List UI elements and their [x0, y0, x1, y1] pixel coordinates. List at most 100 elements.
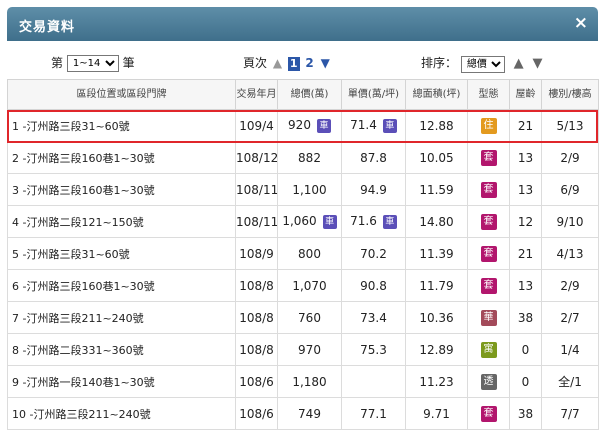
row-date: 108/9 — [235, 237, 278, 270]
col-header-type[interactable]: 型態 — [467, 79, 510, 110]
table-row[interactable]: 2 -汀州路三段160巷1~30號 108/12 882 87.8 10.05 套 13 2/… — [7, 141, 599, 174]
building-type-badge: 透 — [480, 373, 497, 390]
row-unit-price: 87.8 — [341, 141, 406, 174]
row-type: 華 — [467, 301, 510, 334]
row-type: 寓 — [467, 333, 510, 366]
table-row[interactable]: 8 -汀州路二段331~360號 108/8 970 75.3 12.89 寓 0 1/4 — [7, 333, 599, 366]
col-header-unit[interactable]: 單價(萬/坪) — [341, 79, 406, 110]
sort-ascending-icon[interactable]: ▲ — [514, 56, 524, 71]
row-location: 9 -汀州路一段140巷1~30號 — [7, 365, 236, 398]
table-row[interactable]: 6 -汀州路三段160巷1~30號 108/8 1,070 90.8 11.79 套 13 2… — [7, 269, 599, 302]
sort-label: 排序： — [421, 56, 458, 70]
col-header-location[interactable]: 區段位置或區段門牌 — [7, 79, 236, 110]
col-header-total[interactable]: 總價(萬) — [277, 79, 342, 110]
row-age: 12 — [509, 205, 542, 238]
row-area: 10.05 — [405, 141, 468, 174]
row-total-price: 1,070 — [277, 269, 342, 302]
row-location: 3 -汀州路三段160巷1~30號 — [7, 173, 236, 206]
row-location: 8 -汀州路二段331~360號 — [7, 333, 236, 366]
row-age: 21 — [509, 237, 542, 270]
table-row[interactable]: 4 -汀州路二段121~150號 108/11 1,060 車 71.6 車 14.80 套 1… — [7, 205, 599, 238]
total-price-value: 920 — [288, 118, 311, 133]
row-unit-price: 77.1 — [341, 397, 406, 430]
total-price-value: 749 — [298, 406, 321, 421]
row-age: 13 — [509, 269, 542, 302]
row-location: 7 -汀州路三段211~240號 — [7, 301, 236, 334]
parking-included-icon: 車 — [316, 118, 331, 133]
row-total-price: 800 — [277, 237, 342, 270]
row-floor: 2/9 — [541, 269, 599, 302]
row-age: 21 — [509, 109, 542, 142]
row-area: 11.79 — [405, 269, 468, 302]
total-price-value: 882 — [298, 150, 321, 165]
table-row[interactable]: 1 -汀州路三段31~60號 109/4 920 車 71.4 車 12.88 住 21 5/13 — [7, 109, 599, 142]
col-header-date[interactable]: 交易年月 — [235, 79, 278, 110]
table-row[interactable]: 7 -汀州路三段211~240號 108/8 760 73.4 10.36 華 38 2/7 — [7, 301, 599, 334]
row-age: 38 — [509, 301, 542, 334]
table-row[interactable]: 5 -汀州路三段31~60號 108/9 800 70.2 11.39 套 21 4/13 — [7, 237, 599, 270]
row-area: 14.80 — [405, 205, 468, 238]
row-unit-price: 73.4 — [341, 301, 406, 334]
range-select[interactable]: 1~14 — [66, 55, 119, 72]
unit-price-value: 71.6 — [350, 214, 377, 229]
pagination: 頁次 ▲ 1 2 ▼ — [243, 54, 330, 71]
row-floor: 2/9 — [541, 141, 599, 174]
table-row[interactable]: 10 -汀州路三段211~240號 108/6 749 77.1 9.71 套 38 7/7 — [7, 397, 599, 430]
unit-price-value: 70.2 — [360, 246, 387, 261]
row-age: 0 — [509, 333, 542, 366]
col-header-age[interactable]: 屋齡 — [509, 79, 542, 110]
row-type: 住 — [467, 109, 510, 142]
current-page: 1 — [287, 57, 300, 71]
table-row[interactable]: 9 -汀州路一段140巷1~30號 108/6 1,180 11.23 透 0 全/1 — [7, 365, 599, 398]
col-header-floor[interactable]: 樓別/樓高 — [541, 79, 599, 110]
row-age: 0 — [509, 365, 542, 398]
building-type-badge: 套 — [480, 277, 497, 294]
row-area: 10.36 — [405, 301, 468, 334]
sort-descending-icon[interactable]: ▼ — [533, 56, 543, 71]
total-price-value: 1,100 — [292, 182, 327, 197]
row-unit-price: 71.4 車 — [341, 109, 406, 142]
unit-price-value: 75.3 — [360, 342, 387, 357]
row-unit-price: 75.3 — [341, 333, 406, 366]
total-price-value: 760 — [298, 310, 321, 325]
row-date: 108/6 — [235, 397, 278, 430]
next-page-icon[interactable]: ▼ — [321, 56, 330, 70]
building-type-badge: 華 — [480, 309, 497, 326]
row-floor: 6/9 — [541, 173, 599, 206]
row-unit-price: 90.8 — [341, 269, 406, 302]
close-icon[interactable]: × — [574, 13, 588, 33]
row-unit-price: 71.6 車 — [341, 205, 406, 238]
parking-included-icon: 車 — [382, 214, 397, 229]
row-unit-price: 94.9 — [341, 173, 406, 206]
row-location: 5 -汀州路三段31~60號 — [7, 237, 236, 270]
table-row[interactable]: 3 -汀州路三段160巷1~30號 108/11 1,100 94.9 11.59 套 13… — [7, 173, 599, 206]
col-header-area[interactable]: 總面積(坪) — [405, 79, 468, 110]
row-date: 108/8 — [235, 269, 278, 302]
page-link-2[interactable]: 2 — [305, 56, 313, 70]
unit-price-value: 94.9 — [360, 182, 387, 197]
total-price-value: 1,180 — [292, 374, 327, 389]
sort-control: 排序： 總價 ▲ ▼ — [421, 54, 543, 73]
row-date: 108/11 — [235, 205, 278, 238]
row-type: 透 — [467, 365, 510, 398]
row-area: 11.39 — [405, 237, 468, 270]
prev-page-icon[interactable]: ▲ — [273, 56, 282, 70]
row-area: 11.23 — [405, 365, 468, 398]
row-type: 套 — [467, 397, 510, 430]
row-total-price: 970 — [277, 333, 342, 366]
row-area: 12.89 — [405, 333, 468, 366]
row-type: 套 — [467, 269, 510, 302]
row-floor: 7/7 — [541, 397, 599, 430]
panel-title: 交易資料 — [19, 20, 76, 35]
record-range: 第 1~14 筆 — [51, 54, 135, 72]
sort-select[interactable]: 總價 — [460, 56, 505, 73]
row-total-price: 920 車 — [277, 109, 342, 142]
row-location: 6 -汀州路三段160巷1~30號 — [7, 269, 236, 302]
building-type-badge: 寓 — [480, 341, 497, 358]
row-location: 1 -汀州路三段31~60號 — [7, 109, 236, 142]
unit-price-value: 87.8 — [360, 150, 387, 165]
row-area: 11.59 — [405, 173, 468, 206]
row-date: 108/8 — [235, 333, 278, 366]
transaction-table: 區段位置或區段門牌 交易年月 總價(萬) 單價(萬/坪) 總面積(坪) 型態 屋… — [7, 79, 599, 430]
row-total-price: 1,060 車 — [277, 205, 342, 238]
